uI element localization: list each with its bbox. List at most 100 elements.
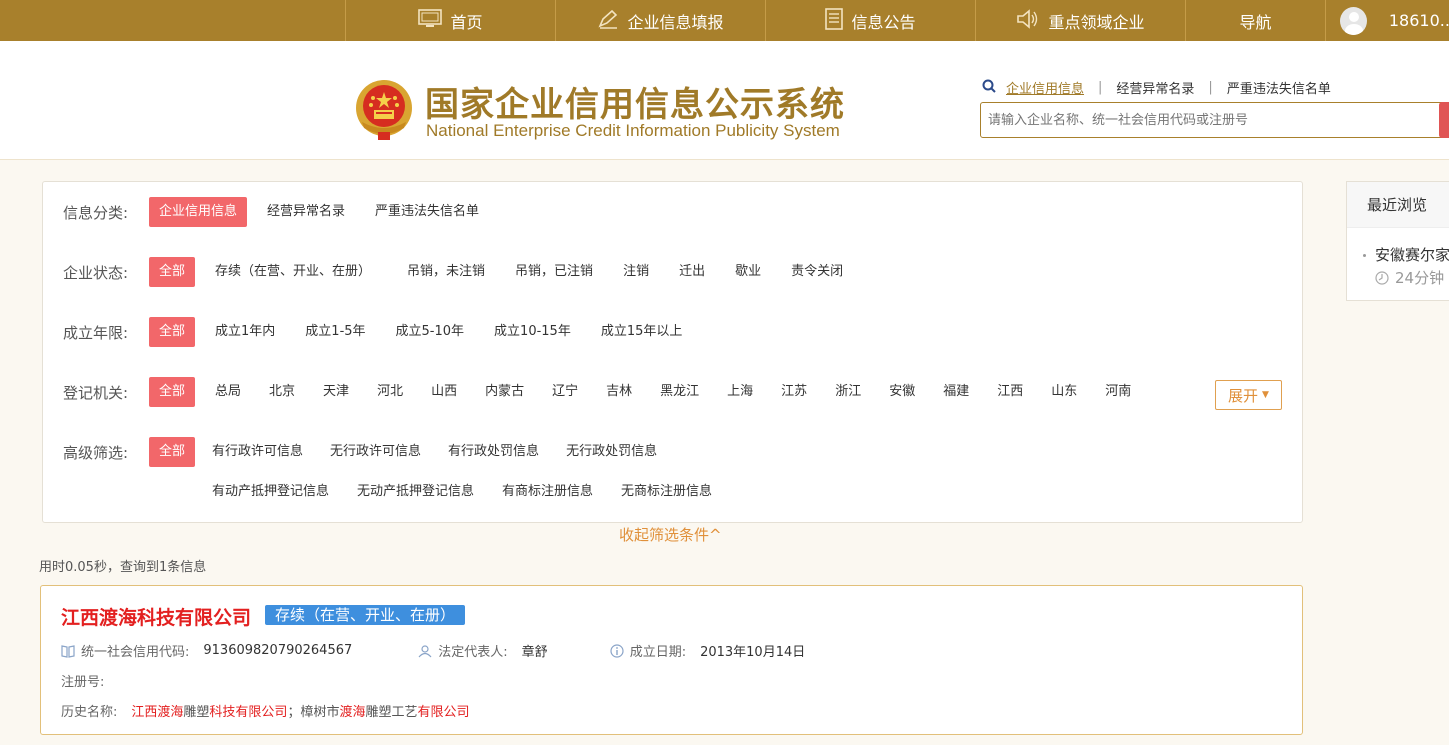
nav-tab-home[interactable]: 首页 (345, 0, 555, 41)
filter-option[interactable]: 总局 (205, 377, 251, 407)
filter-option[interactable]: 经营异常名录 (257, 197, 355, 227)
filter-option[interactable]: 福建 (933, 377, 979, 407)
search-link-abnormal-list[interactable]: 经营异常名录 (1116, 78, 1194, 97)
filter-option[interactable]: 安徽 (879, 377, 925, 407)
caret-down-icon: ▼ (1262, 390, 1269, 400)
filter-option[interactable]: 严重违法失信名单 (365, 197, 489, 227)
search-link-credit-info[interactable]: 企业信用信息 (1006, 78, 1084, 97)
company-name-link[interactable]: 江西渡海科技有限公司 (61, 603, 251, 630)
user-menu[interactable]: 18610... (1325, 0, 1449, 41)
filter-option[interactable]: 河南 (1095, 377, 1141, 407)
filter-option[interactable]: 成立1年内 (205, 317, 285, 347)
filter-row-advanced-2: 有动产抵押登记信息 无动产抵押登记信息 有商标注册信息 无商标注册信息 (202, 477, 722, 507)
filter-option[interactable]: 全部 (149, 437, 196, 467)
nav-tab-label: 企业信息填报 (627, 12, 724, 32)
filter-panel: 信息分类: 企业信用信息 经营异常名录 严重违法失信名单 企业状态: 全部 存续… (42, 181, 1303, 523)
info-icon (610, 643, 624, 658)
speaker-icon (1016, 8, 1040, 33)
filter-label: 成立年限: (63, 323, 129, 342)
result-meta: 用时0.05秒，查询到1条信息 (39, 560, 207, 575)
search-icon (982, 79, 996, 97)
filter-option[interactable]: 山西 (421, 377, 467, 407)
filter-option[interactable]: 全部 (149, 257, 196, 287)
history-text: 江西渡海 (131, 705, 184, 720)
username: 18610... (1388, 11, 1449, 30)
site-title-cn: 国家企业信用信息公示系统 (425, 85, 845, 125)
history-text: ； (287, 705, 301, 720)
filter-option[interactable]: 有行政处罚信息 (438, 437, 549, 467)
search-button[interactable] (1439, 102, 1449, 138)
filter-option[interactable]: 上海 (717, 377, 763, 407)
filter-option[interactable]: 辽宁 (542, 377, 588, 407)
history-text: 科技有限公司 (209, 705, 288, 720)
nav-tab-label: 重点领域企业 (1048, 12, 1145, 32)
filter-option[interactable]: 存续（在营、开业、在册） (205, 257, 381, 287)
divider: | (1098, 80, 1103, 95)
nav-tab-label: 首页 (450, 12, 483, 32)
credit-code-value: 913609820790264567 (203, 643, 353, 658)
filter-option[interactable]: 河北 (367, 377, 413, 407)
filter-option[interactable]: 成立5-10年 (386, 317, 475, 347)
book-icon (61, 644, 75, 658)
filter-option[interactable]: 全部 (149, 317, 196, 347)
recent-title: 最近浏览 (1347, 182, 1449, 228)
filter-option[interactable]: 内蒙古 (475, 377, 534, 407)
legal-rep-value: 章舒 (521, 645, 548, 660)
filter-option[interactable]: 无商标注册信息 (611, 477, 722, 507)
filter-label: 登记机关: (63, 383, 129, 402)
nav-tab-report[interactable]: 企业信息填报 (555, 0, 765, 41)
filter-option[interactable]: 歇业 (725, 257, 771, 287)
filter-option[interactable]: 企业信用信息 (149, 197, 248, 227)
nav-tab-navigation[interactable]: 导航 (1185, 0, 1325, 41)
filter-option[interactable]: 北京 (259, 377, 305, 407)
filter-option[interactable]: 吊销，已注销 (505, 257, 603, 287)
filter-option[interactable]: 吉林 (596, 377, 642, 407)
national-emblem-icon (356, 80, 412, 140)
nav-tab-key-sectors[interactable]: 重点领域企业 (975, 0, 1185, 41)
expand-label: 展开 (1228, 386, 1259, 405)
divider: | (1208, 80, 1213, 95)
result-history-row: 历史名称: 江西渡海雕塑科技有限公司；樟树市渡海雕塑工艺有限公司 (61, 701, 470, 720)
filter-row-authority: 登记机关: 全部 总局 北京 天津 河北 山西 内蒙古 辽宁 吉林 黑龙江 上海… (63, 377, 1141, 407)
filter-option[interactable]: 成立1-5年 (295, 317, 375, 347)
filter-option[interactable]: 浙江 (825, 377, 871, 407)
filter-option[interactable]: 有商标注册信息 (492, 477, 603, 507)
filter-option[interactable]: 有动产抵押登记信息 (202, 477, 339, 507)
recent-item-time: 24分钟 (1375, 267, 1444, 289)
filter-row-years: 成立年限: 全部 成立1年内 成立1-5年 成立5-10年 成立10-15年 成… (63, 317, 692, 347)
search-link-blacklist[interactable]: 严重违法失信名单 (1227, 78, 1331, 97)
filter-label: 企业状态: (63, 263, 129, 282)
expand-button[interactable]: 展开 ▼ (1215, 380, 1282, 410)
top-nav: 首页 企业信息填报 信息公告 重点领域企业 导航 18610... (0, 0, 1449, 41)
nav-tab-announcement[interactable]: 信息公告 (765, 0, 975, 41)
filter-row-advanced: 高级筛选: 全部 有行政许可信息 无行政许可信息 有行政处罚信息 无行政处罚信息 (63, 437, 667, 467)
filter-option[interactable]: 迁出 (669, 257, 715, 287)
history-text: 有限公司 (417, 705, 470, 720)
history-label: 历史名称: (61, 705, 118, 720)
collapse-filters-link[interactable]: 收起筛选条件^ (619, 524, 722, 545)
filter-option[interactable]: 全部 (149, 377, 196, 407)
filter-option[interactable]: 成立10-15年 (484, 317, 581, 347)
history-text: 雕塑工艺 (365, 705, 418, 720)
filter-option[interactable]: 江西 (987, 377, 1033, 407)
filter-option[interactable]: 责令关闭 (781, 257, 853, 287)
search-input[interactable] (981, 103, 1431, 137)
result-info-row: 统一社会信用代码: 913609820790264567 法定代表人: 章舒 成… (61, 641, 805, 660)
est-date-label: 成立日期: (629, 645, 687, 660)
est-date-value: 2013年10月14日 (700, 645, 806, 660)
result-card[interactable]: 江西渡海科技有限公司 存续（在营、开业、在册） 统一社会信用代码: 913609… (40, 585, 1303, 735)
filter-option[interactable]: 山东 (1041, 377, 1087, 407)
site-title-en: National Enterprise Credit Information P… (426, 121, 840, 140)
filter-option[interactable]: 无动产抵押登记信息 (347, 477, 484, 507)
filter-option[interactable]: 注销 (613, 257, 659, 287)
recent-item-link[interactable]: 安徽赛尔家 (1375, 244, 1449, 265)
nav-tab-label: 信息公告 (851, 12, 916, 32)
filter-option[interactable]: 无行政许可信息 (320, 437, 431, 467)
filter-option[interactable]: 无行政处罚信息 (556, 437, 667, 467)
filter-option[interactable]: 吊销，未注销 (397, 257, 495, 287)
filter-option[interactable]: 有行政许可信息 (202, 437, 313, 467)
filter-option[interactable]: 江苏 (771, 377, 817, 407)
filter-option[interactable]: 成立15年以上 (591, 317, 693, 347)
filter-option[interactable]: 黑龙江 (650, 377, 709, 407)
filter-option[interactable]: 天津 (313, 377, 359, 407)
